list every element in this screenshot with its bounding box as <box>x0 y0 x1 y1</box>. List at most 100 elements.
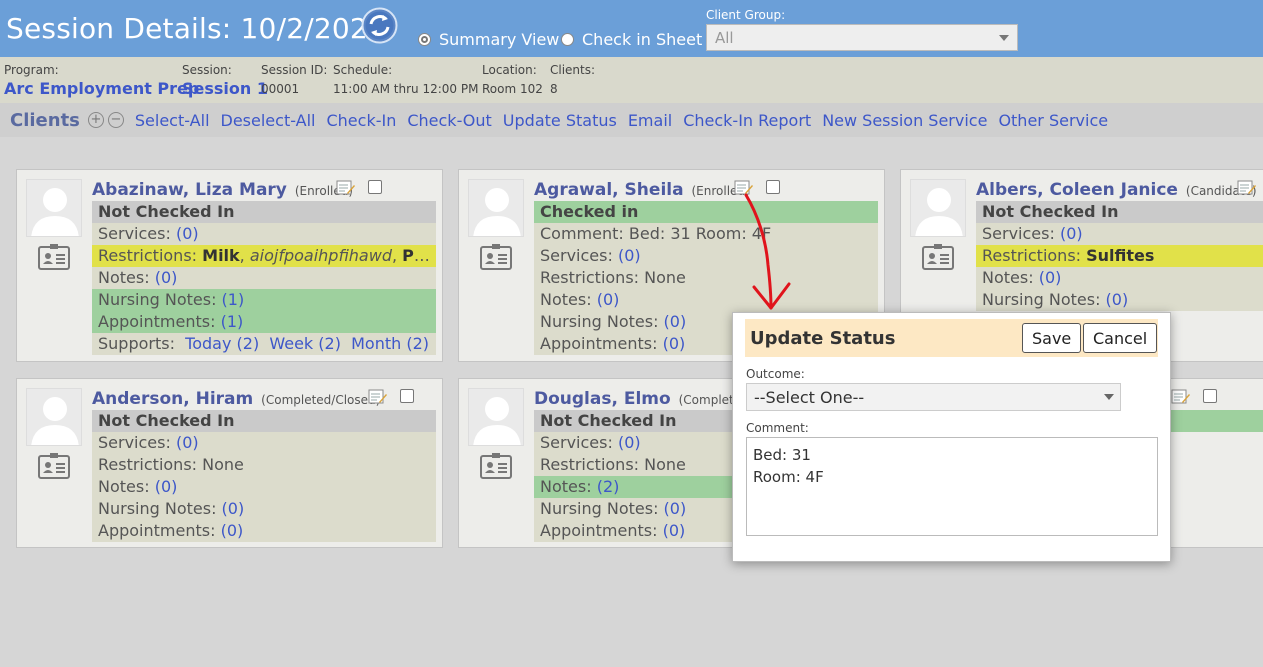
appointments-count-link[interactable]: (0) <box>221 521 244 540</box>
expand-all-icon[interactable]: + <box>87 112 104 128</box>
chevron-down-icon <box>999 35 1009 41</box>
notes-count-link[interactable]: (0) <box>155 268 178 287</box>
select-checkbox[interactable] <box>400 389 414 403</box>
services-row: Services: (0) <box>976 223 1263 245</box>
dialog-header: Update Status Save Cancel <box>745 319 1158 357</box>
notes-count-link[interactable]: (0) <box>597 290 620 309</box>
chevron-down-icon <box>1104 394 1114 400</box>
restrictions-row: Restrictions: Sulfites <box>976 245 1263 267</box>
select-checkbox[interactable] <box>766 180 780 194</box>
edit-note-icon[interactable] <box>734 179 754 197</box>
check-in-status: Not Checked In <box>92 201 436 223</box>
dialog-title: Update Status <box>750 328 896 349</box>
select-checkbox[interactable] <box>368 180 382 194</box>
location-value: Room 102 <box>482 82 543 96</box>
deselect-all-link[interactable]: Deselect-All <box>221 111 316 130</box>
avatar <box>468 179 524 237</box>
client-name-text[interactable]: Agrawal, Sheila <box>534 180 684 200</box>
services-row: Services: (0) <box>92 223 436 245</box>
schedule-label: Schedule: <box>333 63 393 77</box>
clients-count: 8 <box>550 82 558 96</box>
client-name-text[interactable]: Douglas, Elmo <box>534 389 671 409</box>
cancel-button[interactable]: Cancel <box>1083 323 1158 353</box>
nursing-notes-count-link[interactable]: (0) <box>664 312 687 331</box>
id-card-icon[interactable] <box>921 243 955 271</box>
id-card-icon[interactable] <box>37 243 71 271</box>
check-in-sheet-radio[interactable]: Check in Sheet <box>561 30 702 49</box>
restrictions-row: Restrictions: None <box>534 267 878 289</box>
nursing-notes-count-link[interactable]: (1) <box>222 290 245 309</box>
services-count-link[interactable]: (0) <box>176 433 199 452</box>
select-checkbox[interactable] <box>1203 389 1217 403</box>
nursing-notes-count-link[interactable]: (0) <box>664 499 687 518</box>
avatar <box>26 388 82 446</box>
appointments-count-link[interactable]: (1) <box>221 312 244 331</box>
appointments-count-link[interactable]: (0) <box>663 521 686 540</box>
notes-count-link[interactable]: (0) <box>155 477 178 496</box>
services-count-link[interactable]: (0) <box>1060 224 1083 243</box>
refresh-icon[interactable] <box>361 7 398 44</box>
check-in-report-link[interactable]: Check-In Report <box>683 111 811 130</box>
check-in-link[interactable]: Check-In <box>326 111 396 130</box>
client-group-select[interactable]: All <box>706 24 1018 51</box>
id-card-icon[interactable] <box>479 452 513 480</box>
id-card-icon[interactable] <box>479 243 513 271</box>
appointments-row: Appointments: (0) <box>92 520 436 542</box>
location-info: Location: Room 102 <box>482 63 543 96</box>
program-link[interactable]: Arc Employment Prep <box>4 79 199 98</box>
client-name-text[interactable]: Albers, Coleen Janice <box>976 180 1178 200</box>
supports-today-link[interactable]: Today (2) <box>185 334 259 353</box>
notes-count-link[interactable]: (2) <box>597 477 620 496</box>
radio-check-in-sheet[interactable] <box>561 33 574 46</box>
new-session-service-link[interactable]: New Session Service <box>822 111 987 130</box>
outcome-value: --Select One-- <box>754 388 865 407</box>
client-name-text[interactable]: Anderson, Hiram <box>92 389 253 409</box>
restrictions-row: Restrictions: Milk, aiojfpoaihpfihawd, P… <box>92 245 436 267</box>
nursing-notes-count-link[interactable]: (0) <box>1106 290 1129 309</box>
client-name[interactable]: Douglas, Elmo (Completed/ <box>534 389 753 409</box>
nursing-notes-count-link[interactable]: (0) <box>222 499 245 518</box>
appointments-count-link[interactable]: (0) <box>663 334 686 353</box>
edit-note-icon[interactable] <box>1171 388 1191 406</box>
nursing-notes-row: Nursing Notes: (0) <box>976 289 1263 311</box>
appointments-row: Appointments: (1) <box>92 311 436 333</box>
services-count-link[interactable]: (0) <box>618 246 641 265</box>
summary-view-label: Summary View <box>439 30 560 49</box>
supports-row: Supports: Today (2) Week (2) Month (2) <box>92 333 436 355</box>
comment-textarea[interactable]: Bed: 31 Room: 4F <box>746 437 1158 536</box>
notes-row: Notes: (0) <box>534 289 878 311</box>
client-details: Not Checked In Services: (0) Restriction… <box>976 201 1263 311</box>
program-info: Program: Arc Employment Prep <box>4 63 199 98</box>
other-service-link[interactable]: Other Service <box>998 111 1108 130</box>
client-name[interactable]: Anderson, Hiram (Completed/Closed) <box>92 389 380 409</box>
outcome-select[interactable]: --Select One-- <box>746 383 1121 411</box>
nursing-notes-row: Nursing Notes: (1) <box>92 289 436 311</box>
client-name[interactable]: Agrawal, Sheila (Enrolled) <box>534 180 750 200</box>
client-name[interactable]: Albers, Coleen Janice (Candidate) <box>976 180 1257 200</box>
session-link[interactable]: Session 1 <box>182 79 268 98</box>
edit-note-icon[interactable] <box>368 388 388 406</box>
clients-label: Clients: <box>550 63 596 77</box>
services-count-link[interactable]: (0) <box>618 433 641 452</box>
notes-count-link[interactable]: (0) <box>1039 268 1062 287</box>
radio-summary-view[interactable] <box>418 33 431 46</box>
update-status-link[interactable]: Update Status <box>503 111 617 130</box>
id-card-icon[interactable] <box>37 452 71 480</box>
schedule-value: 11:00 AM thru 12:00 PM <box>333 82 479 96</box>
supports-week-link[interactable]: Week (2) <box>269 334 341 353</box>
comment-label: Comment: <box>746 421 809 435</box>
save-button[interactable]: Save <box>1022 323 1082 353</box>
client-name-text[interactable]: Abazinaw, Liza Mary <box>92 180 287 200</box>
edit-note-icon[interactable] <box>1237 179 1257 197</box>
collapse-all-icon[interactable]: − <box>107 112 124 128</box>
summary-view-radio[interactable]: Summary View <box>418 30 559 49</box>
select-all-link[interactable]: Select-All <box>135 111 210 130</box>
edit-note-icon[interactable] <box>336 179 356 197</box>
notes-row: Notes: (0) <box>92 267 436 289</box>
client-name[interactable]: Abazinaw, Liza Mary (Enrolled) <box>92 180 353 200</box>
check-out-link[interactable]: Check-Out <box>407 111 491 130</box>
services-count-link[interactable]: (0) <box>176 224 199 243</box>
email-link[interactable]: Email <box>628 111 672 130</box>
check-in-status: Not Checked In <box>976 201 1263 223</box>
supports-month-link[interactable]: Month (2) <box>351 334 429 353</box>
